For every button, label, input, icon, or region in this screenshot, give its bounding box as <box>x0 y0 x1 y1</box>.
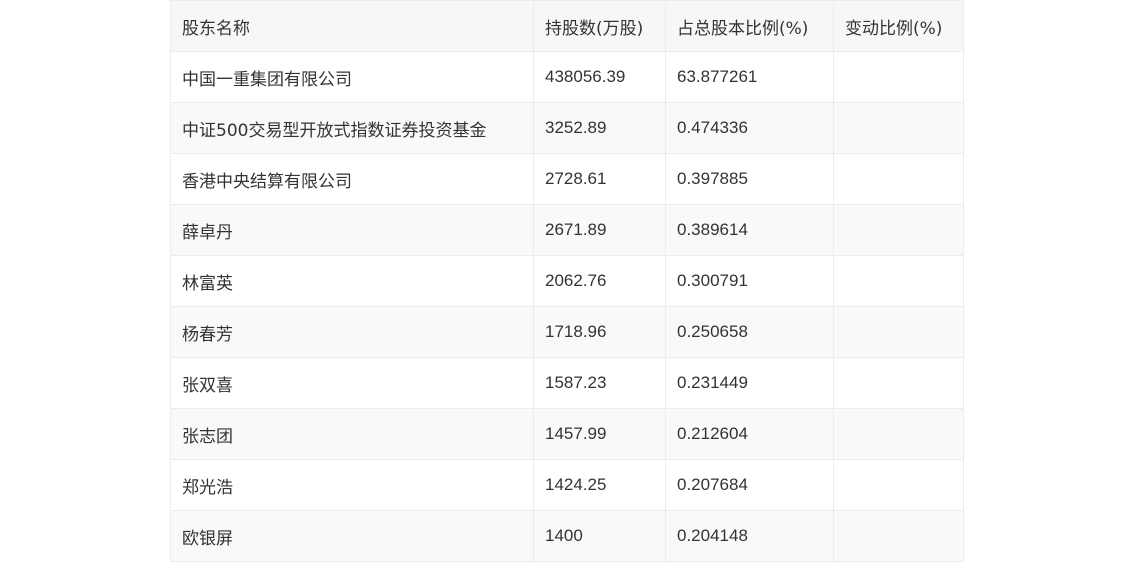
cell-change-ratio <box>833 408 964 460</box>
cell-shares-held: 1587.23 <box>533 357 666 409</box>
cell-share-ratio: 63.877261 <box>665 51 834 103</box>
cell-share-ratio: 0.250658 <box>665 306 834 358</box>
table-row: 欧银屏 1400 0.204148 <box>170 510 964 562</box>
cell-shareholder-name: 杨春芳 <box>170 306 534 358</box>
cell-shares-held: 1457.99 <box>533 408 666 460</box>
cell-share-ratio: 0.207684 <box>665 459 834 511</box>
cell-shares-held: 2671.89 <box>533 204 666 256</box>
cell-share-ratio: 0.204148 <box>665 510 834 562</box>
cell-change-ratio <box>833 510 964 562</box>
table-row: 张双喜 1587.23 0.231449 <box>170 357 964 409</box>
cell-shares-held: 2062.76 <box>533 255 666 307</box>
cell-shares-held: 2728.61 <box>533 153 666 205</box>
cell-shareholder-name: 林富英 <box>170 255 534 307</box>
cell-shares-held: 1424.25 <box>533 459 666 511</box>
cell-change-ratio <box>833 51 964 103</box>
table-row: 林富英 2062.76 0.300791 <box>170 255 964 307</box>
cell-share-ratio: 0.397885 <box>665 153 834 205</box>
header-share-ratio: 占总股本比例(%) <box>665 0 834 52</box>
cell-change-ratio <box>833 153 964 205</box>
table-header-row: 股东名称 持股数(万股) 占总股本比例(%) 变动比例(%) <box>170 0 964 52</box>
cell-share-ratio: 0.212604 <box>665 408 834 460</box>
table-row: 薛卓丹 2671.89 0.389614 <box>170 204 964 256</box>
header-change-ratio: 变动比例(%) <box>833 0 964 52</box>
cell-change-ratio <box>833 255 964 307</box>
cell-share-ratio: 0.300791 <box>665 255 834 307</box>
table-row: 中证500交易型开放式指数证券投资基金 3252.89 0.474336 <box>170 102 964 154</box>
cell-shares-held: 1718.96 <box>533 306 666 358</box>
cell-shareholder-name: 中国一重集团有限公司 <box>170 51 534 103</box>
cell-change-ratio <box>833 102 964 154</box>
cell-change-ratio <box>833 459 964 511</box>
cell-change-ratio <box>833 357 964 409</box>
table-row: 中国一重集团有限公司 438056.39 63.877261 <box>170 51 964 103</box>
header-shares-held: 持股数(万股) <box>533 0 666 52</box>
cell-change-ratio <box>833 306 964 358</box>
table-row: 香港中央结算有限公司 2728.61 0.397885 <box>170 153 964 205</box>
cell-change-ratio <box>833 204 964 256</box>
cell-shareholder-name: 张志团 <box>170 408 534 460</box>
cell-shareholder-name: 香港中央结算有限公司 <box>170 153 534 205</box>
cell-shareholder-name: 中证500交易型开放式指数证券投资基金 <box>170 102 534 154</box>
table-row: 杨春芳 1718.96 0.250658 <box>170 306 964 358</box>
cell-share-ratio: 0.389614 <box>665 204 834 256</box>
cell-shares-held: 3252.89 <box>533 102 666 154</box>
cell-shareholder-name: 薛卓丹 <box>170 204 534 256</box>
header-shareholder-name: 股东名称 <box>170 0 534 52</box>
table-row: 张志团 1457.99 0.212604 <box>170 408 964 460</box>
cell-shareholder-name: 张双喜 <box>170 357 534 409</box>
table-row: 郑光浩 1424.25 0.207684 <box>170 459 964 511</box>
cell-shareholder-name: 欧银屏 <box>170 510 534 562</box>
shareholder-table-container: 股东名称 持股数(万股) 占总股本比例(%) 变动比例(%) 中国一重集团有限公… <box>170 0 964 562</box>
shareholder-table: 股东名称 持股数(万股) 占总股本比例(%) 变动比例(%) 中国一重集团有限公… <box>170 0 964 562</box>
cell-shares-held: 438056.39 <box>533 51 666 103</box>
cell-shareholder-name: 郑光浩 <box>170 459 534 511</box>
cell-shares-held: 1400 <box>533 510 666 562</box>
cell-share-ratio: 0.231449 <box>665 357 834 409</box>
cell-share-ratio: 0.474336 <box>665 102 834 154</box>
